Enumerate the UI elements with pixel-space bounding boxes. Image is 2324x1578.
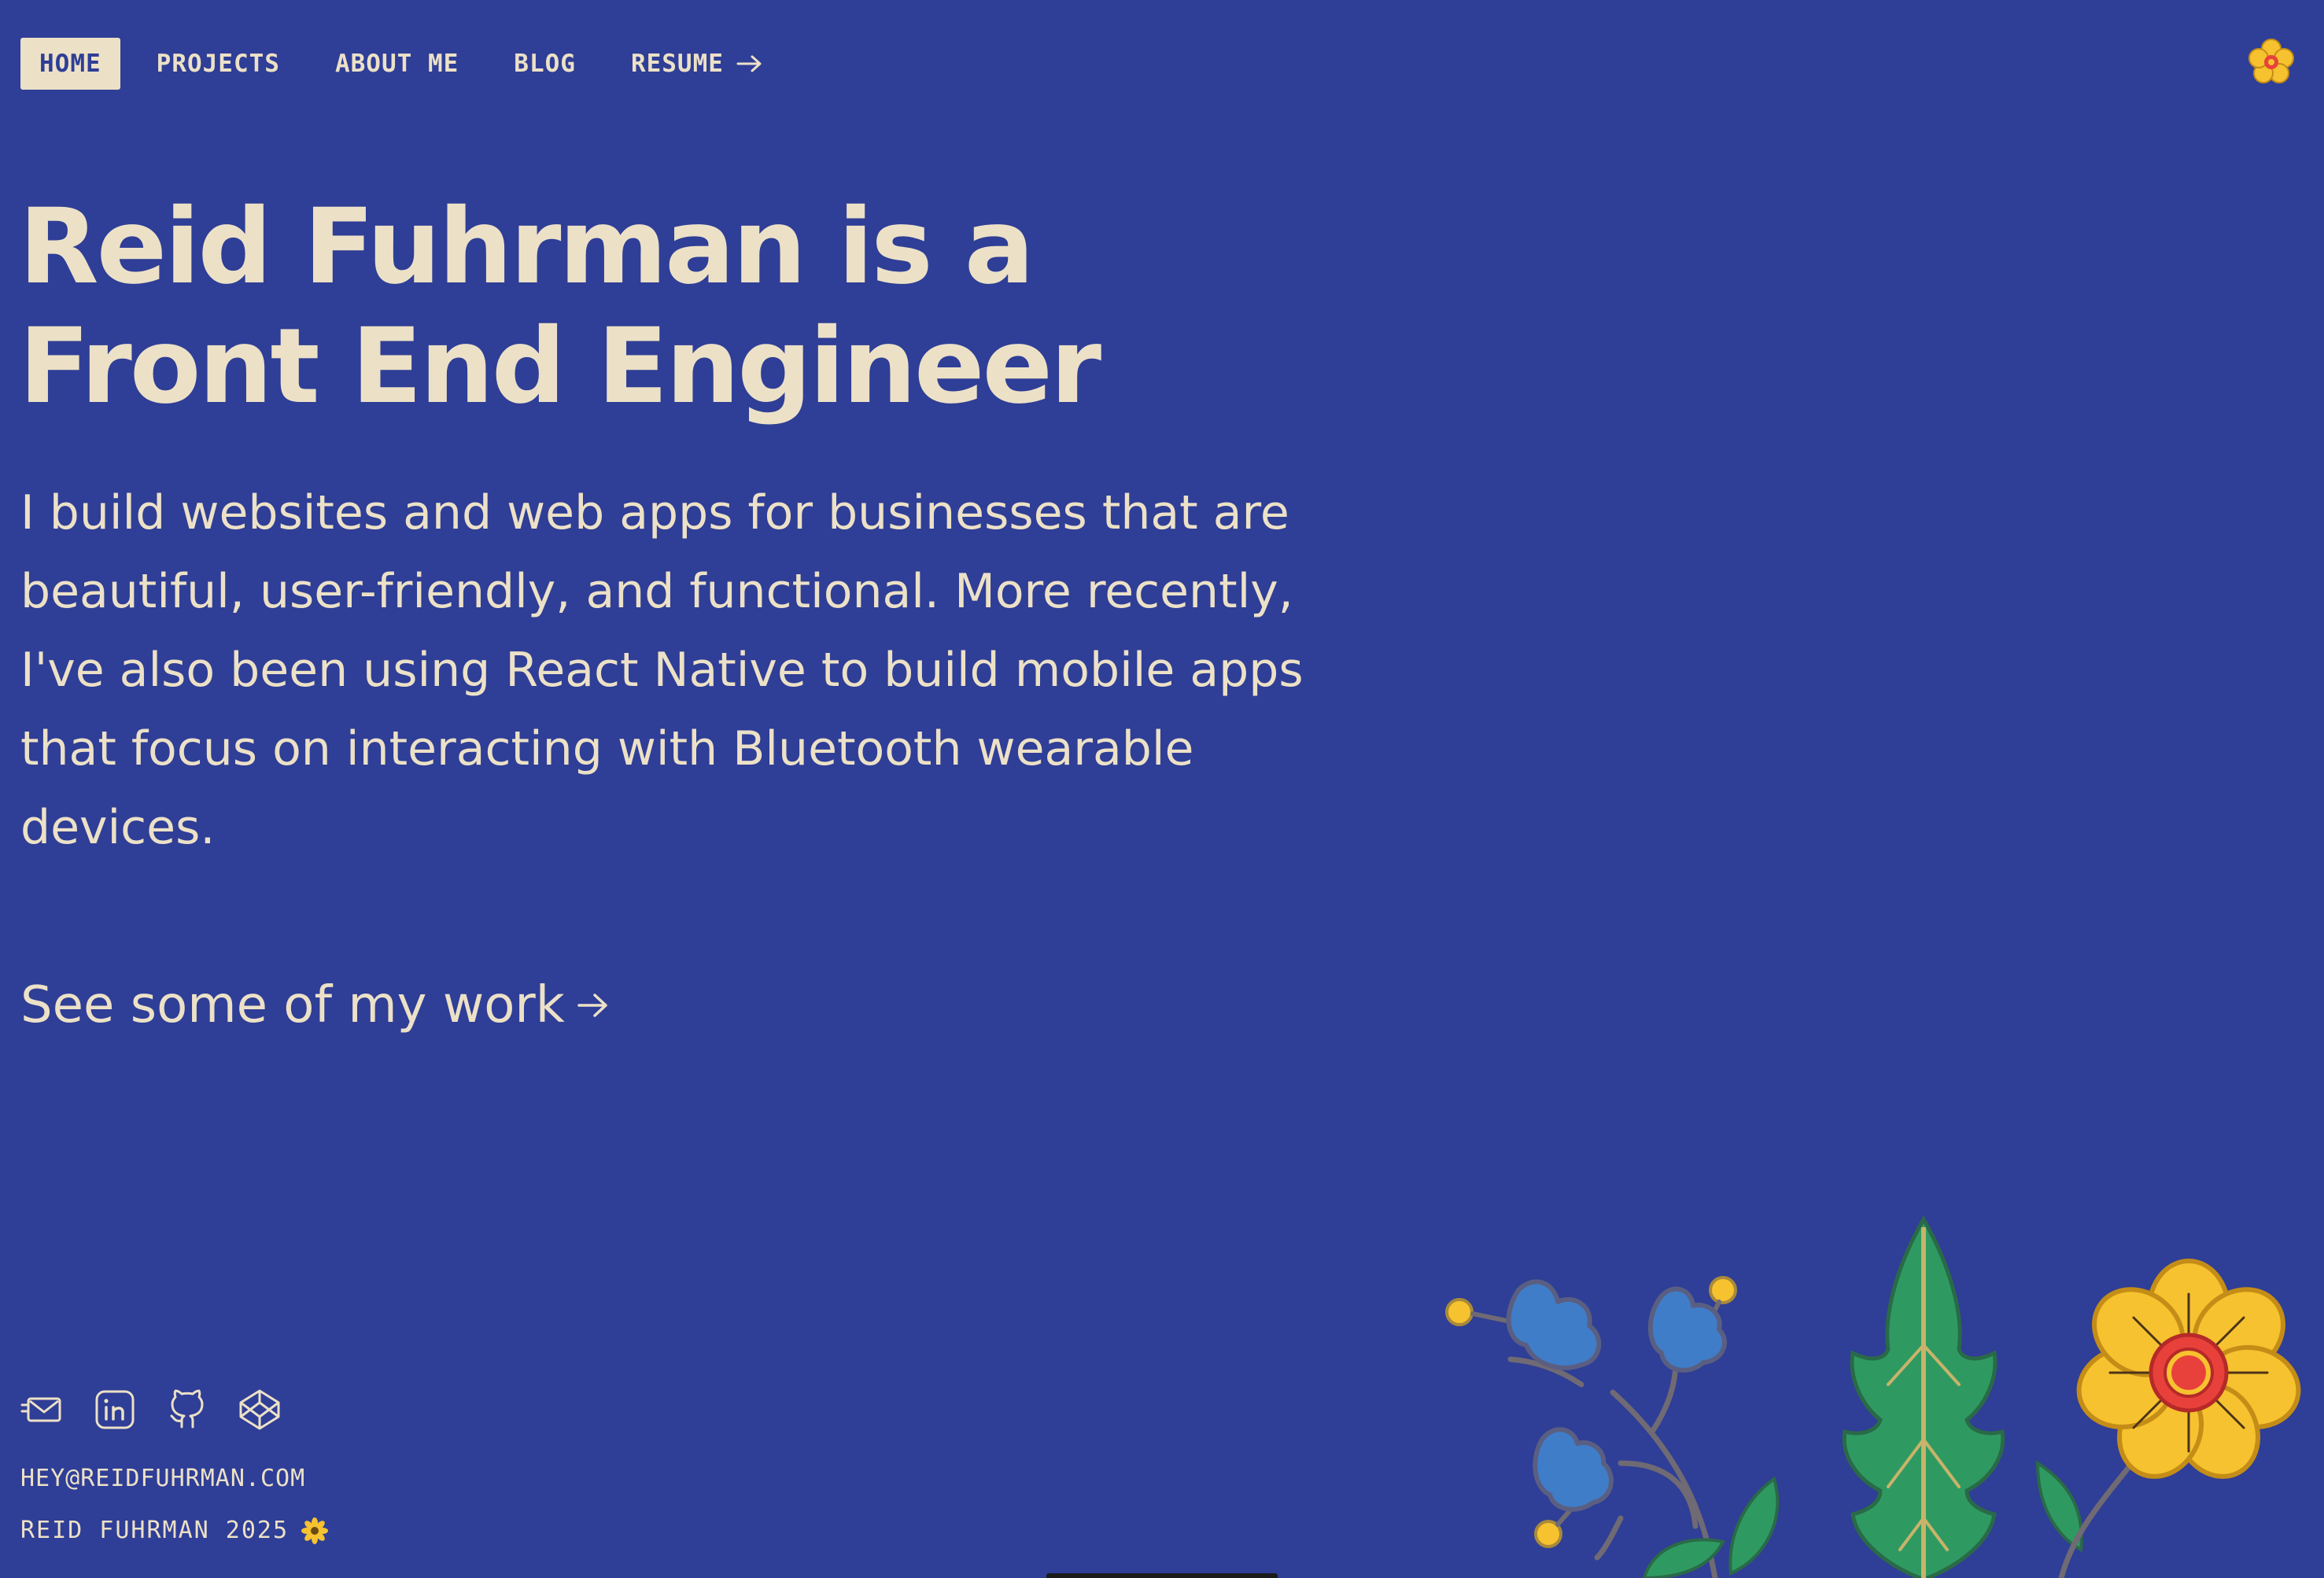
- mail-icon[interactable]: [20, 1388, 65, 1432]
- scroll-indicator: [1046, 1573, 1278, 1578]
- page-title: Reid Fuhrman is a Front End Engineer: [19, 186, 1101, 427]
- flower-icon[interactable]: [2245, 36, 2297, 88]
- nav-blog[interactable]: BLOG: [495, 38, 595, 90]
- intro-paragraph: I build websites and web apps for busine…: [20, 485, 1304, 855]
- nav-resume-label: RESUME: [630, 50, 724, 78]
- email-link[interactable]: HEY@REIDFUHRMAN.COM: [20, 1465, 305, 1492]
- headline-line-1: Reid Fuhrman is a: [19, 186, 1035, 308]
- main-nav: HOME PROJECTS ABOUT ME BLOG RESUME: [20, 38, 782, 90]
- social-links: [20, 1388, 282, 1432]
- arrow-right-icon: [577, 994, 607, 1017]
- see-work-label: See some of my work: [20, 976, 565, 1034]
- nav-projects[interactable]: PROJECTS: [138, 38, 299, 90]
- flowers-illustration: [1445, 1215, 2301, 1578]
- nav-about-me[interactable]: ABOUT ME: [316, 38, 478, 90]
- copyright-text: REID FUHRMAN 2025: [20, 1517, 290, 1544]
- headline-line-2: Front End Engineer: [19, 306, 1101, 427]
- nav-resume[interactable]: RESUME: [612, 38, 782, 90]
- codepen-icon[interactable]: [238, 1388, 282, 1432]
- linkedin-icon[interactable]: [93, 1388, 137, 1432]
- flower-icon: [301, 1517, 329, 1544]
- see-work-link[interactable]: See some of my work: [20, 974, 611, 1037]
- github-icon[interactable]: [165, 1388, 209, 1432]
- nav-home[interactable]: HOME: [20, 38, 120, 90]
- copyright: REID FUHRMAN 2025: [20, 1517, 329, 1544]
- arrow-right-icon: [736, 55, 762, 72]
